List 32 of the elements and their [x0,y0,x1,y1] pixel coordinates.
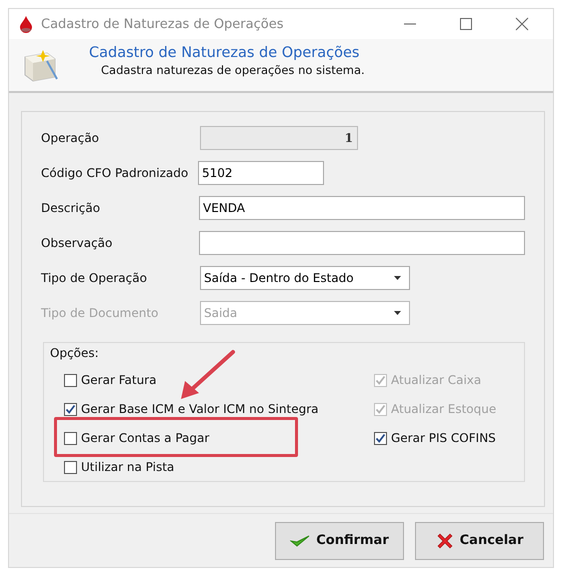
field-label: Operação [41,131,100,145]
header-subtitle: Cadastra naturezas de operações no sistema. [101,63,365,77]
field-label: Tipo de Documento [41,306,160,320]
checkbox[interactable] [64,374,77,386]
checkbox[interactable] [374,432,387,444]
field-label: Código CFO Padronizado [41,166,190,180]
caret-icon[interactable] [394,276,401,280]
cross-icon [436,532,454,550]
drop-icon [19,15,33,33]
checkbox[interactable] [64,402,77,416]
check-icon [290,534,310,548]
window-title: Cadastro de Naturezas de Operações [41,16,284,32]
checkbox-label[interactable]: Gerar Base ICM e Valor ICM no Sintegra [81,402,318,416]
field-label: Descrição [41,201,102,215]
checkbox-label[interactable]: Gerar PIS COFINS [391,431,496,445]
close-icon[interactable] [515,17,529,31]
input-field[interactable] [199,231,525,255]
group-title: Opções: [50,346,100,360]
checkbox[interactable] [64,432,77,444]
confirm-button[interactable]: Confirmar [275,522,404,560]
checkbox-label[interactable]: Gerar Fatura [81,373,156,387]
maximize-icon[interactable] [459,17,473,31]
field-label: Observação [41,236,114,250]
input-field[interactable]: VENDA [199,196,525,220]
input-field[interactable]: 5102 [198,161,324,185]
field-label: Tipo de Operação [41,271,148,285]
checkbox-label[interactable]: Gerar Contas a Pagar [81,431,210,445]
checkbox[interactable] [64,460,77,474]
cancel-button[interactable]: Cancelar [415,522,544,560]
dropdown[interactable]: Saída - Dentro do Estado [200,266,410,290]
checkbox-label[interactable]: Utilizar na Pista [81,460,174,474]
header-title: Cadastro de Naturezas de Operações [89,45,360,61]
